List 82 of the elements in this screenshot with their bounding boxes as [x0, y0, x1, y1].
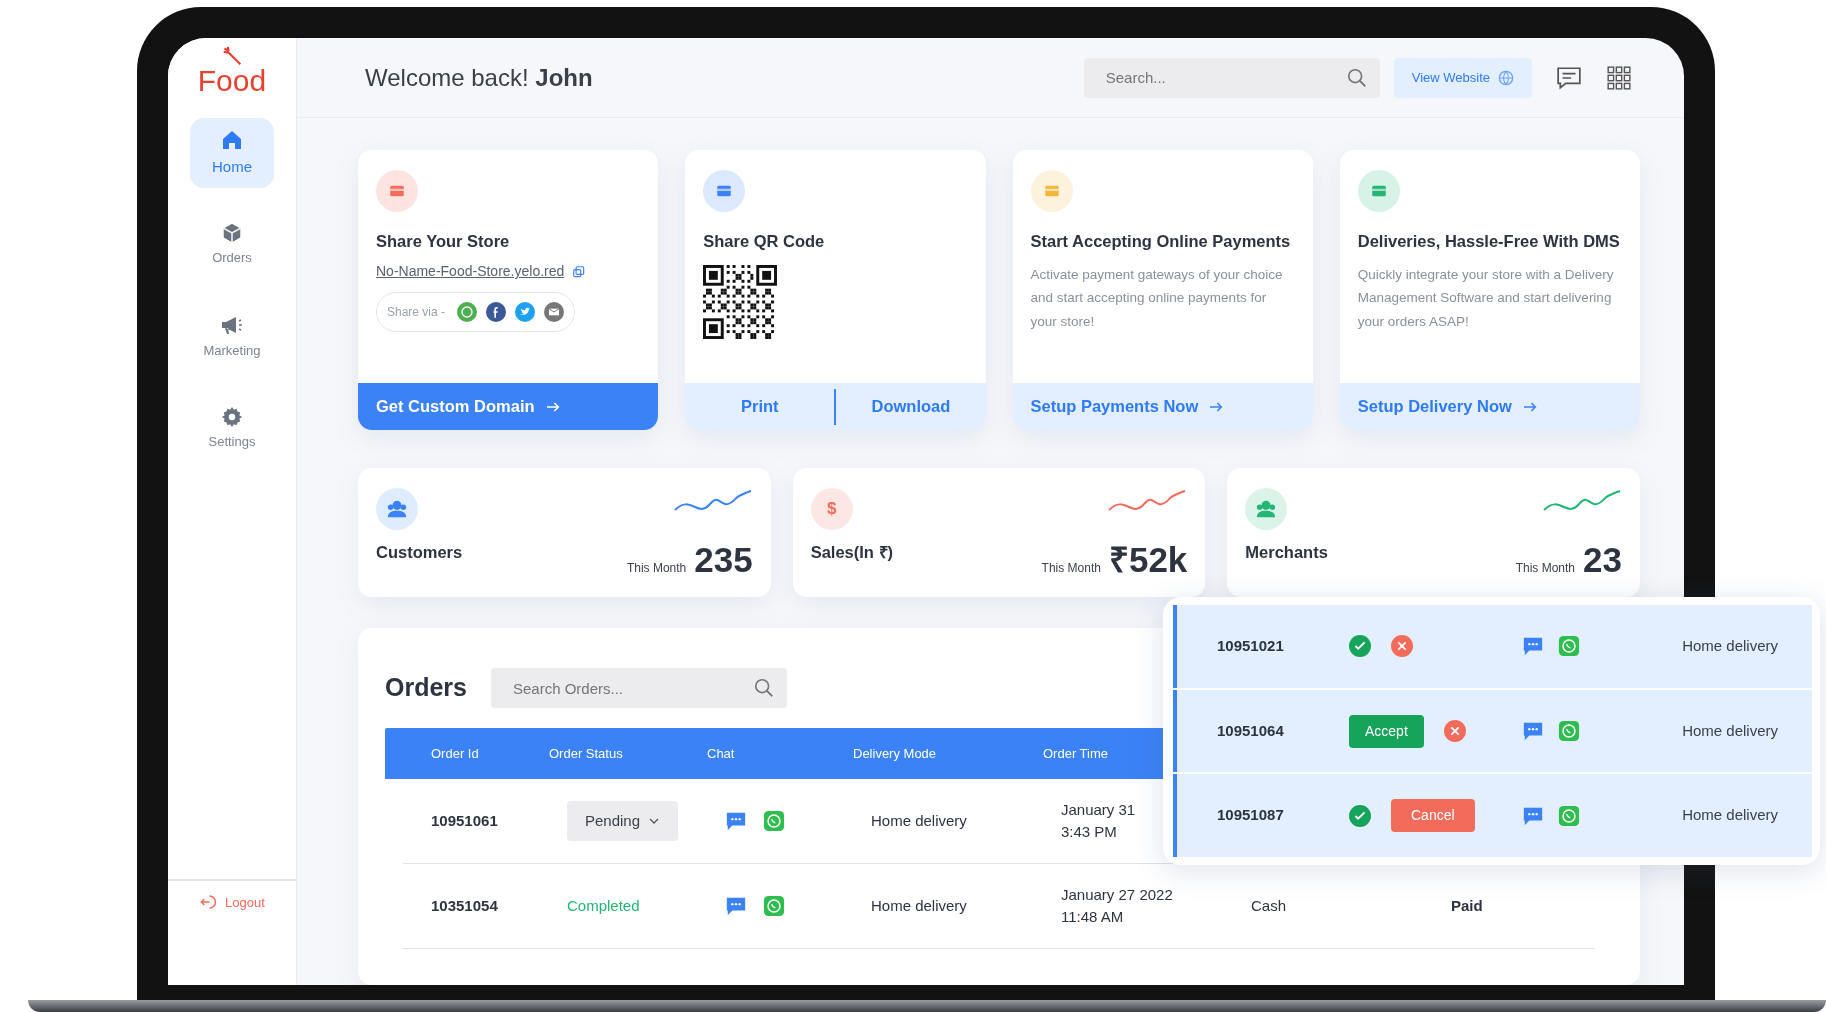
box-icon: [221, 222, 243, 245]
cancel-button[interactable]: Cancel: [1391, 799, 1475, 833]
column-header: Delivery Mode: [853, 745, 937, 761]
order-time: 11:48 AM: [1061, 907, 1124, 927]
chat-bubble-icon[interactable]: [1522, 720, 1544, 742]
card-title: Deliveries, Hassle-Free With DMS: [1357, 231, 1621, 252]
phone-bubble-icon[interactable]: [457, 302, 478, 323]
stat-caption: This Month: [626, 560, 687, 577]
delivery-mode: Home delivery: [1682, 636, 1779, 657]
card-description: Quickly integrate your store with a Delivery Management Software and start delivering your orders ASAP!: [1357, 266, 1615, 331]
sidebar-item[interactable]: Home: [190, 118, 274, 188]
view-website-button[interactable]: View Website: [1393, 57, 1532, 98]
check-icon[interactable]: [1349, 635, 1371, 658]
card-title: Start Accepting Online Payments: [1030, 231, 1292, 252]
column-header: Order Status: [549, 745, 623, 761]
globe-icon: [1498, 69, 1514, 86]
order-time: January 31: [1061, 799, 1136, 820]
card-title: Share QR Code: [703, 231, 826, 252]
sidebar-item[interactable]: Marketing: [190, 302, 274, 372]
delivery-mode: Home delivery: [871, 896, 967, 914]
close-icon[interactable]: [1443, 720, 1466, 742]
card-title: Share Your Store: [376, 231, 511, 252]
order-status: Completed: [567, 896, 640, 914]
check-icon[interactable]: [1349, 804, 1371, 827]
download-button[interactable]: Download: [836, 383, 986, 430]
logo-text: Food: [197, 66, 267, 96]
order-time: January 27 2022: [1061, 884, 1173, 905]
f-logo-icon[interactable]: [486, 302, 507, 323]
order-id: 10951087: [1216, 805, 1285, 826]
order-id: 10951021: [1216, 636, 1285, 657]
phone-bubble-icon[interactable]: [1558, 804, 1580, 827]
payment-status: Paid: [1451, 896, 1483, 914]
envelope-icon[interactable]: [544, 302, 565, 323]
column-header: Order Id: [431, 745, 479, 761]
logout-button[interactable]: Logout: [168, 878, 296, 913]
greeting: Welcome back! John: [365, 62, 593, 93]
delivery-mode: Home delivery: [1682, 720, 1779, 741]
grid-icon[interactable]: [1606, 64, 1632, 91]
store-link[interactable]: No-Name-Food-Store.yelo.red: [376, 261, 565, 283]
card-description: Activate payment gateways of your choice and start accepting online payments for your store!: [1030, 266, 1284, 331]
stat-label: Customers: [376, 542, 463, 563]
order-id: 10351054: [431, 896, 498, 914]
copy-icon[interactable]: [572, 264, 587, 279]
column-header: Order Time: [1043, 745, 1108, 761]
stat-value: 235: [694, 542, 753, 577]
accept-button[interactable]: Accept: [1349, 714, 1424, 748]
stat-label: Merchants: [1245, 542, 1328, 563]
order-id: 10951064: [1216, 720, 1285, 741]
search-icon: [753, 677, 775, 699]
stat-value: 23: [1583, 542, 1622, 577]
stat-icon: $: [810, 488, 853, 530]
close-icon[interactable]: [1391, 635, 1413, 658]
logout-icon: [199, 892, 218, 911]
phone-bubble-icon[interactable]: [763, 895, 785, 917]
order-search-field[interactable]: Search Orders...: [491, 668, 787, 708]
search-icon: [1345, 66, 1368, 89]
stat-value: ₹52k: [1108, 542, 1188, 577]
chat-bubble-icon[interactable]: [725, 895, 747, 917]
chat-icon[interactable]: [1556, 64, 1582, 91]
order-time: 3:43 PM: [1061, 822, 1117, 842]
orders-title: Orders: [385, 672, 467, 704]
order-id: 10951061: [431, 811, 498, 829]
bird-icon[interactable]: [515, 302, 536, 323]
stat-label: Sales(In ₹): [810, 542, 893, 563]
payment-mode: Cash: [1251, 896, 1287, 914]
stat-caption: This Month: [1041, 560, 1101, 577]
phone-bubble-icon[interactable]: [1558, 635, 1580, 658]
phone-bubble-icon[interactable]: [763, 810, 785, 832]
phone-bubble-icon[interactable]: [1558, 720, 1580, 742]
delivery-mode: Home delivery: [1682, 805, 1779, 826]
sidebar-item[interactable]: Orders: [190, 210, 274, 280]
column-header: Chat: [707, 745, 735, 761]
delivery-mode: Home delivery: [871, 811, 967, 829]
sidebar-item[interactable]: Settings: [190, 394, 274, 464]
print-button[interactable]: Print: [685, 383, 835, 430]
status-dropdown[interactable]: Pending: [567, 801, 679, 841]
fork-icon: [222, 46, 242, 66]
search-field[interactable]: Search...: [1083, 57, 1380, 98]
chat-bubble-icon[interactable]: [725, 810, 747, 832]
stat-caption: This Month: [1515, 560, 1576, 577]
share-label: Share via -: [387, 304, 446, 322]
gear-icon: [221, 406, 243, 429]
